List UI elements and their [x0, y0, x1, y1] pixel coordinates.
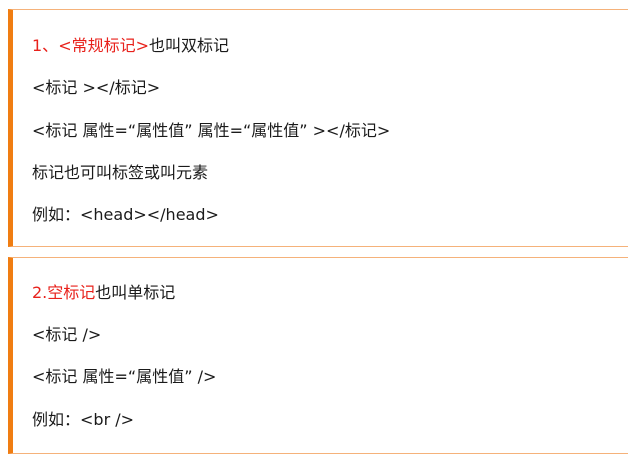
text-line: <标记 属性=“属性值” 属性=“属性值” ></标记>	[32, 121, 391, 140]
text-line: 标记也可叫标签或叫元素	[32, 163, 209, 182]
text-line: <标记 ></标记>	[32, 78, 161, 97]
heading-highlight: <常规标记>	[58, 36, 150, 55]
heading-text: 也叫双标记	[149, 36, 230, 55]
section-heading: 2.空标记也叫单标记	[32, 283, 175, 303]
text-line: 例如：<br />	[32, 410, 135, 429]
section-card-double-tag: 1、<常规标记>也叫双标记 <标记 ></标记> <标记 属性=“属性值” 属性…	[8, 9, 628, 247]
heading-highlight: 2.空标记	[32, 283, 96, 302]
section-heading: 1、<常规标记>也叫双标记	[32, 36, 229, 56]
section-card-empty-tag: 2.空标记也叫单标记 <标记 /> <标记 属性=“属性值” /> 例如：<br…	[8, 257, 628, 454]
heading-number: 1、	[32, 36, 59, 55]
heading-text: 也叫单标记	[95, 283, 176, 302]
text-line: 例如：<head></head>	[32, 205, 219, 224]
text-line: <标记 />	[32, 325, 102, 344]
text-line: <标记 属性=“属性值” />	[32, 367, 217, 386]
